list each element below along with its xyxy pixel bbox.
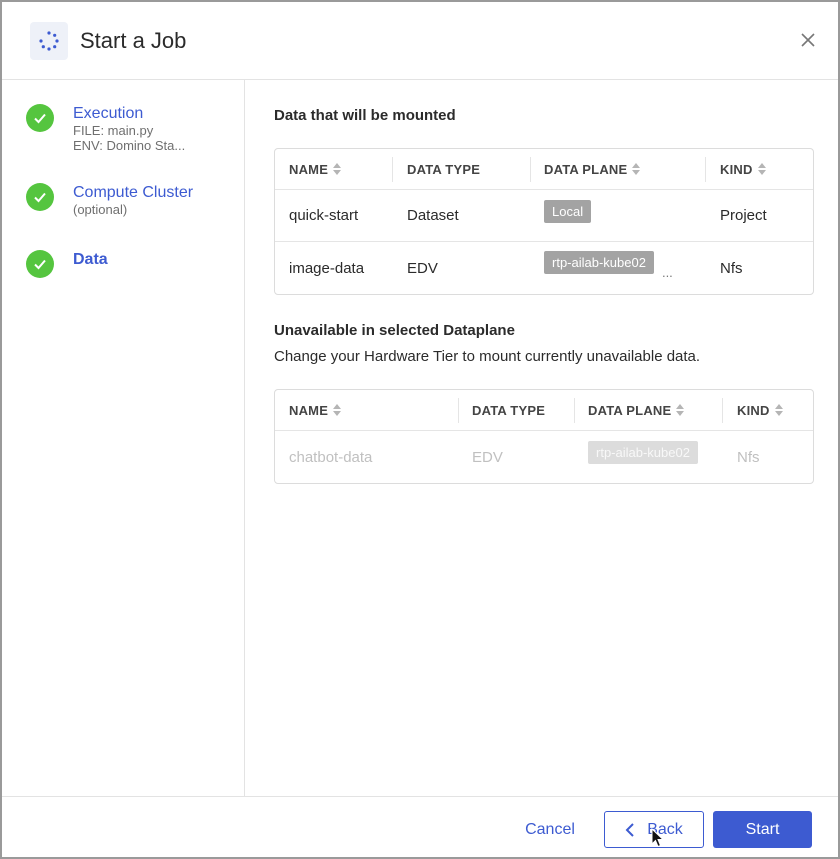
step-detail: (optional) [73, 202, 128, 217]
start-job-dialog: Start a Job Execution FILE: main.py ENV:… [0, 0, 840, 859]
chevron-left-icon [625, 822, 634, 837]
cell-name: chatbot-data [289, 448, 373, 466]
step-title: Execution [73, 105, 144, 122]
cell-kind: Nfs [737, 448, 760, 466]
cell-data-type: Dataset [407, 207, 459, 224]
sort-icon [757, 163, 766, 175]
cell-name: image-data [289, 259, 365, 277]
mounted-section-title: Data that will be mounted [274, 107, 456, 124]
step-title: Data [73, 251, 108, 268]
unavailable-data-table: NAME DATA TYPE DATA PLANE KIND chatbot-d… [274, 389, 814, 484]
column-header-kind[interactable]: KIND [737, 390, 783, 430]
steps-sidebar: Execution FILE: main.py ENV: Domino Sta.… [2, 80, 245, 796]
sort-icon [676, 404, 685, 416]
sort-icon [632, 163, 641, 175]
check-circle-icon [26, 250, 54, 278]
cell-data-type: EDV [407, 259, 438, 277]
table-row: image-data EDV rtp-ailab-kube02 ... Nfs [275, 242, 813, 294]
table-row: chatbot-data EDV rtp-ailab-kube02 Nfs [275, 431, 813, 483]
dialog-footer: Cancel Back Start [2, 796, 838, 859]
step-title: Compute Cluster [73, 184, 194, 201]
cell-kind: Nfs [720, 259, 743, 277]
check-circle-icon [26, 183, 54, 211]
cell-data-type: EDV [472, 448, 503, 466]
spinner-icon [30, 22, 68, 60]
data-plane-tag: Local [544, 200, 592, 223]
cancel-button[interactable]: Cancel [514, 811, 586, 848]
check-circle-icon [26, 104, 54, 132]
step-detail: FILE: main.py [73, 123, 154, 138]
mounted-data-table: NAME DATA TYPE DATA PLANE KIND quick-sta… [274, 148, 814, 295]
start-button[interactable]: Start [713, 811, 812, 848]
close-icon[interactable] [796, 28, 820, 52]
column-header-data-type: DATA TYPE [407, 161, 481, 177]
step-execution[interactable]: Execution FILE: main.py ENV: Domino Sta.… [26, 104, 185, 153]
data-plane-tag: rtp-ailab-kube02 [588, 441, 698, 464]
table-header-row: NAME DATA TYPE DATA PLANE KIND [275, 149, 813, 190]
column-header-data-plane[interactable]: DATA PLANE [544, 149, 641, 189]
cell-kind: Project [720, 207, 767, 224]
column-header-kind[interactable]: KIND [720, 149, 766, 189]
unavailable-section-title: Unavailable in selected Dataplane [274, 322, 515, 339]
step-data[interactable]: Data [26, 250, 108, 278]
dialog-header: Start a Job [2, 2, 838, 80]
sort-icon [774, 404, 783, 416]
table-header-row: NAME DATA TYPE DATA PLANE KIND [275, 390, 813, 431]
sort-icon [333, 404, 342, 416]
table-row: quick-start Dataset Local Project [275, 190, 813, 242]
cell-name: quick-start [289, 207, 359, 224]
dialog-title: Start a Job [80, 28, 187, 53]
step-detail: ENV: Domino Sta... [73, 138, 186, 153]
step-compute-cluster[interactable]: Compute Cluster (optional) [26, 183, 193, 217]
column-header-name[interactable]: NAME [289, 390, 342, 430]
data-plane-tag: rtp-ailab-kube02 [544, 251, 654, 274]
mouse-cursor-icon [651, 828, 665, 848]
column-header-data-type: DATA TYPE [472, 402, 546, 418]
unavailable-section-description: Change your Hardware Tier to mount curre… [274, 348, 701, 365]
more-data-planes[interactable]: ... [662, 265, 673, 280]
sort-icon [333, 163, 342, 175]
column-header-name[interactable]: NAME [289, 149, 342, 189]
column-header-data-plane[interactable]: DATA PLANE [588, 390, 685, 430]
